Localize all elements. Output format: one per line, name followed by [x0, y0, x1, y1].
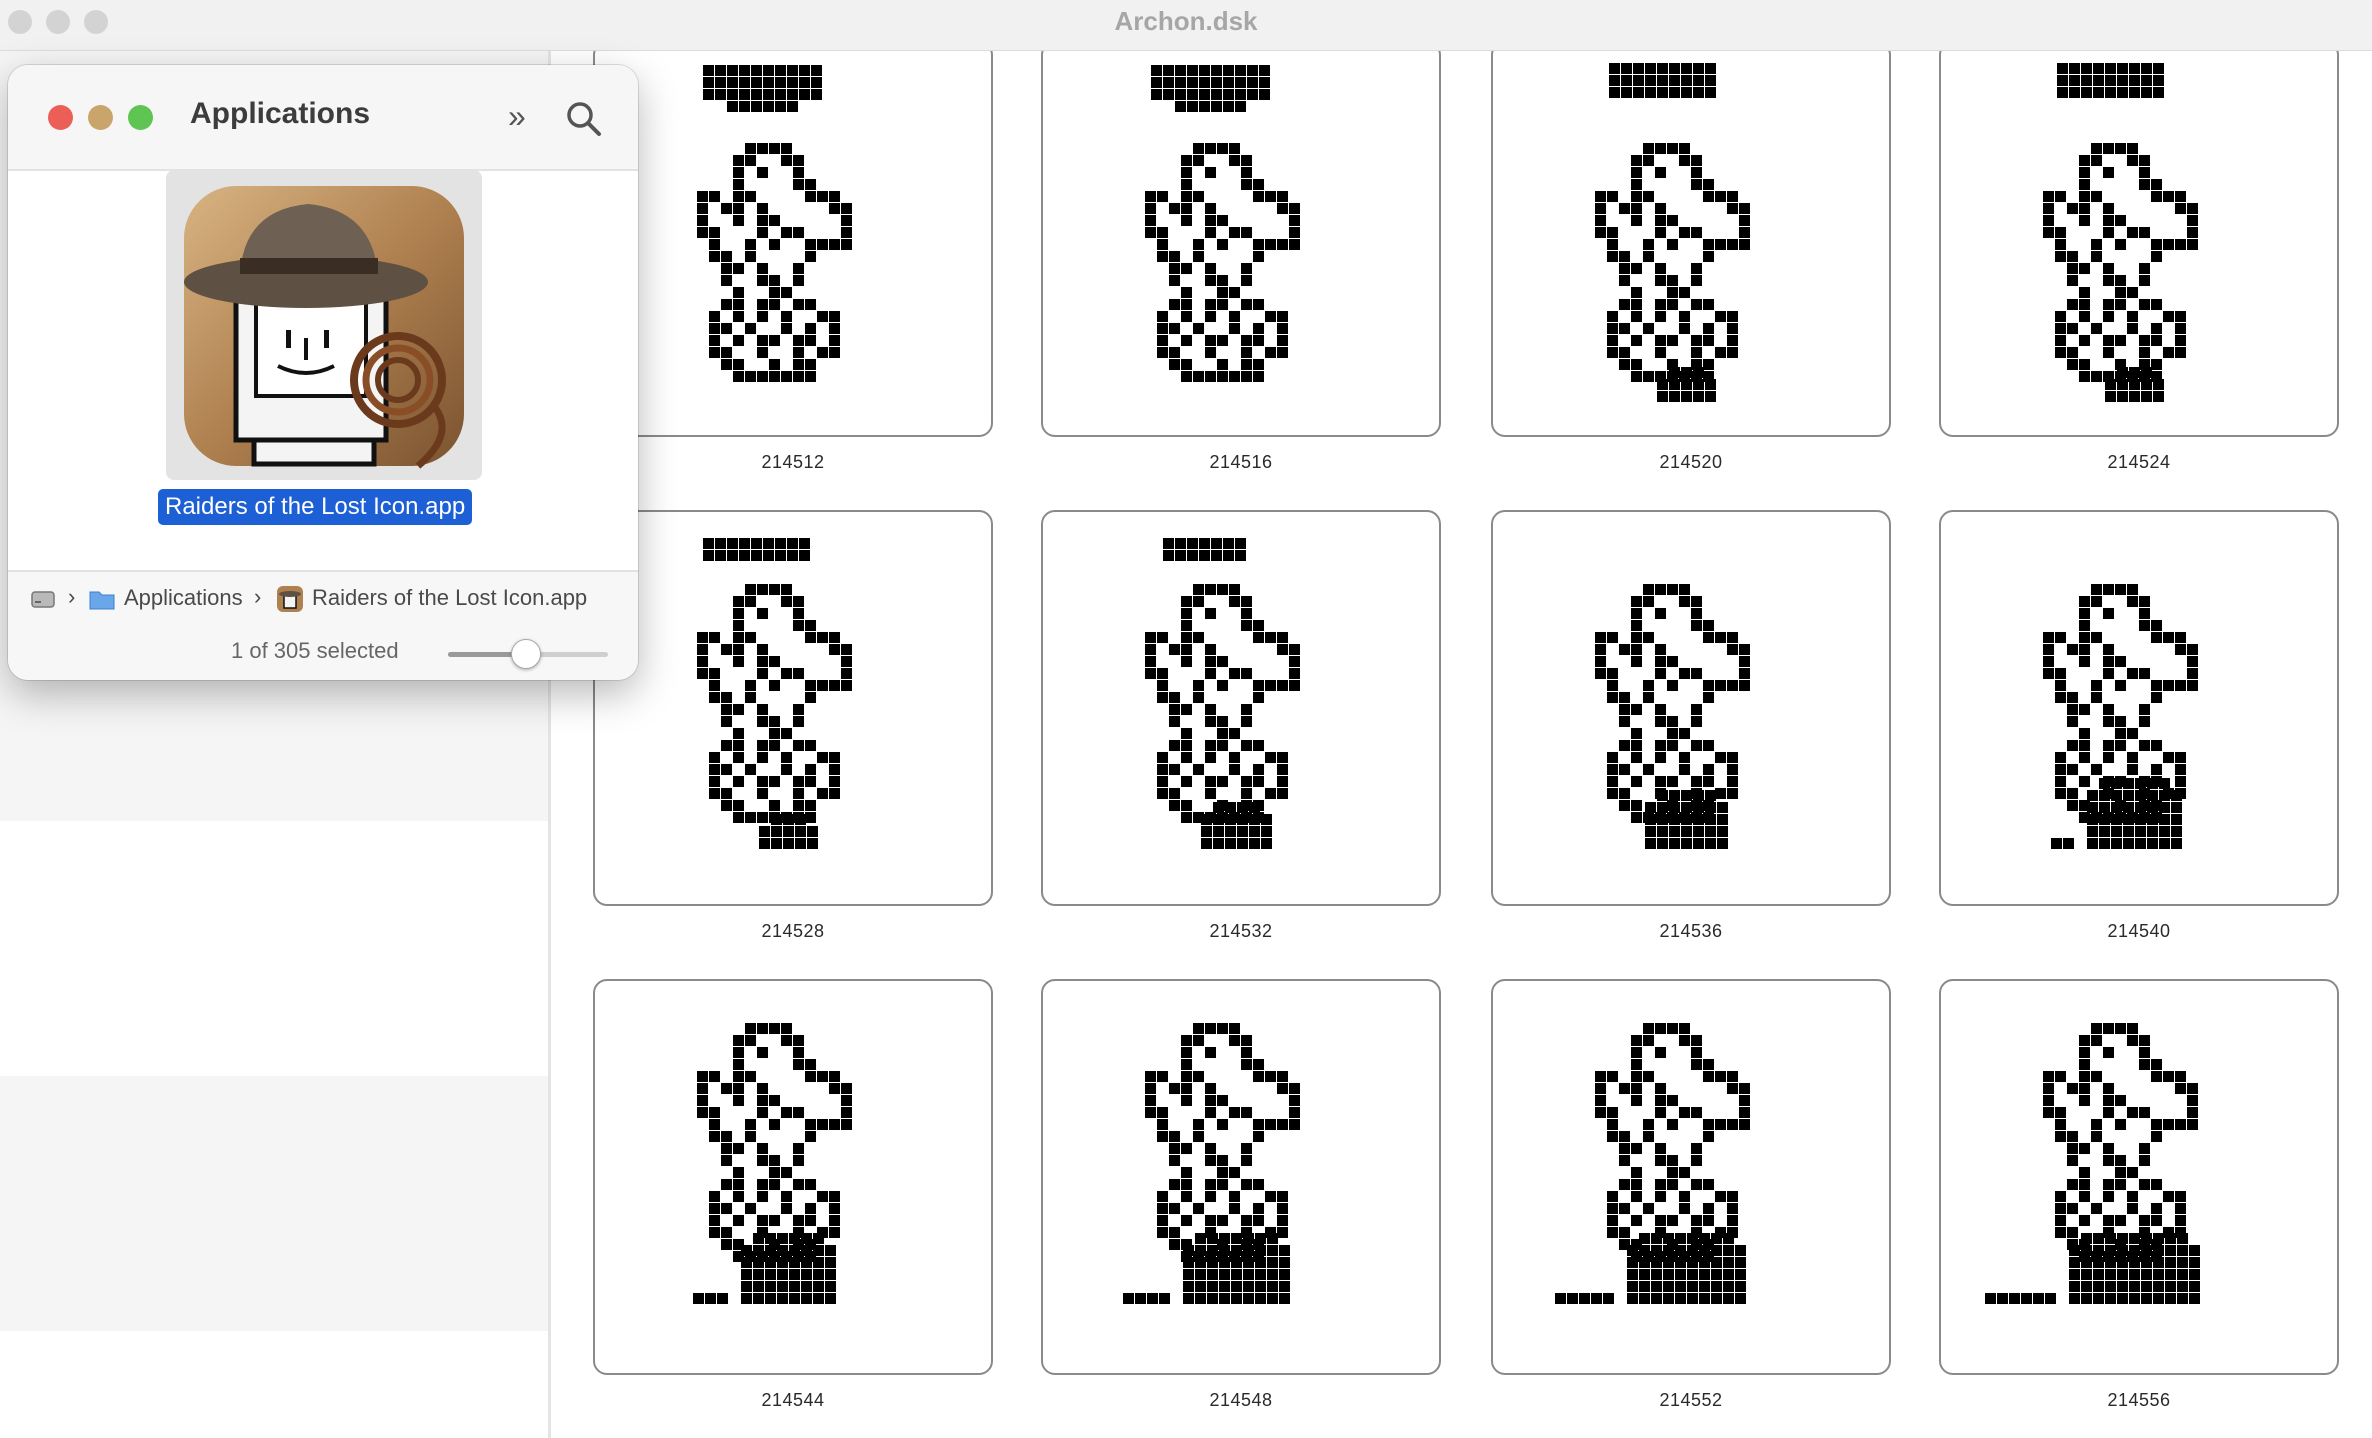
- folder-icon[interactable]: [88, 586, 116, 612]
- sprite-image: [1595, 63, 1750, 402]
- path-separator: ›: [254, 584, 262, 609]
- icon-cell[interactable]: 214516: [1041, 51, 1441, 472]
- icon-cell-label: 214524: [2107, 452, 2171, 472]
- icon-cell[interactable]: 214540: [1939, 510, 2339, 941]
- icon-cell[interactable]: 214512: [593, 51, 993, 472]
- sprite-thumbnail[interactable]: [1041, 51, 1441, 437]
- applications-toolbar: Applications »: [8, 65, 638, 171]
- sprite-thumbnail[interactable]: [1939, 510, 2339, 906]
- path-bar: › Applications › Raiders of the Lost Ico…: [8, 570, 638, 628]
- close-button[interactable]: [48, 105, 73, 130]
- path-item-applications[interactable]: Applications: [124, 585, 243, 611]
- sprite-image: [1145, 65, 1300, 382]
- icon-cell[interactable]: 214536: [1491, 510, 1891, 941]
- sprite-thumbnail[interactable]: [593, 979, 993, 1375]
- sprite-thumbnail[interactable]: [1491, 51, 1891, 437]
- icon-cell[interactable]: 214548: [1041, 979, 1441, 1410]
- app-mini-icon[interactable]: [276, 585, 304, 613]
- icon-cell-label: 214552: [1659, 1390, 1723, 1410]
- sprite-thumbnail[interactable]: [1939, 979, 2339, 1375]
- sprite-thumbnail[interactable]: [1939, 51, 2339, 437]
- icon-cell[interactable]: 214556: [1939, 979, 2339, 1410]
- icon-cell[interactable]: 214552: [1491, 979, 1891, 1410]
- sidebar-row: [0, 1331, 548, 1438]
- window-title: Applications: [190, 97, 371, 130]
- path-item-app[interactable]: Raiders of the Lost Icon.app: [312, 585, 587, 611]
- icon-grid: 214512 214516 214520 214524 214528 214532 2145…: [551, 51, 2372, 1438]
- sprite-image: [1123, 1023, 1300, 1304]
- sprite-thumbnail[interactable]: [593, 51, 993, 437]
- sprite-image: [1145, 538, 1300, 849]
- icon-cell-label: 214544: [761, 1390, 825, 1410]
- sprite-image: [2043, 63, 2198, 402]
- icon-cell-label: 214528: [761, 921, 825, 941]
- sidebar-row: [0, 821, 548, 1076]
- sprite-image: [1985, 1023, 2200, 1304]
- minimize-button[interactable]: [88, 105, 113, 130]
- status-bar: 1 of 305 selected: [8, 626, 638, 680]
- icon-cell-label: 214520: [1659, 452, 1723, 472]
- icon-cell-label: 214548: [1209, 1390, 1273, 1410]
- icon-cell[interactable]: 214524: [1939, 51, 2339, 472]
- sprite-image: [1555, 1023, 1750, 1304]
- sprite-image: [693, 1023, 852, 1304]
- sprite-image: [697, 65, 852, 382]
- sprite-thumbnail[interactable]: [1491, 979, 1891, 1375]
- slider-thumb[interactable]: [510, 639, 541, 669]
- window-title: Archon.dsk: [1114, 6, 1258, 36]
- icon-cell[interactable]: 214528: [593, 510, 993, 941]
- icon-cell-label: 214512: [761, 452, 825, 472]
- window-titlebar: Archon.dsk: [0, 0, 2372, 51]
- sprite-thumbnail[interactable]: [593, 510, 993, 906]
- zoom-button[interactable]: [128, 105, 153, 130]
- selected-item-name[interactable]: Raiders of the Lost Icon.app: [158, 489, 473, 525]
- icon-cell[interactable]: 214532: [1041, 510, 1441, 941]
- sprite-thumbnail[interactable]: [1041, 510, 1441, 906]
- search-icon[interactable]: [564, 99, 604, 139]
- chevron-right-icon[interactable]: »: [508, 99, 526, 133]
- selection-status: 1 of 305 selected: [231, 638, 399, 663]
- icon-cell[interactable]: 214544: [593, 979, 993, 1410]
- icon-cell[interactable]: 214520: [1491, 51, 1891, 472]
- sprite-image: [2043, 584, 2198, 849]
- icon-cell-label: 214536: [1659, 921, 1723, 941]
- app-icon-tile[interactable]: [166, 170, 482, 480]
- icon-cell-label: 214532: [1209, 921, 1273, 941]
- sprite-thumbnail[interactable]: [1491, 510, 1891, 906]
- icon-cell-label: 214556: [2107, 1390, 2171, 1410]
- hard-drive-icon[interactable]: [30, 586, 56, 612]
- icon-cell-label: 214540: [2107, 921, 2171, 941]
- applications-window: Applications » Raiders of the Lost Icon.…: [8, 65, 638, 680]
- sprite-image: [697, 538, 852, 849]
- path-separator: ›: [68, 584, 76, 609]
- sprite-thumbnail[interactable]: [1041, 979, 1441, 1375]
- app-icon: [184, 186, 464, 469]
- sprite-image: [1595, 584, 1750, 849]
- icon-cell-label: 214516: [1209, 452, 1273, 472]
